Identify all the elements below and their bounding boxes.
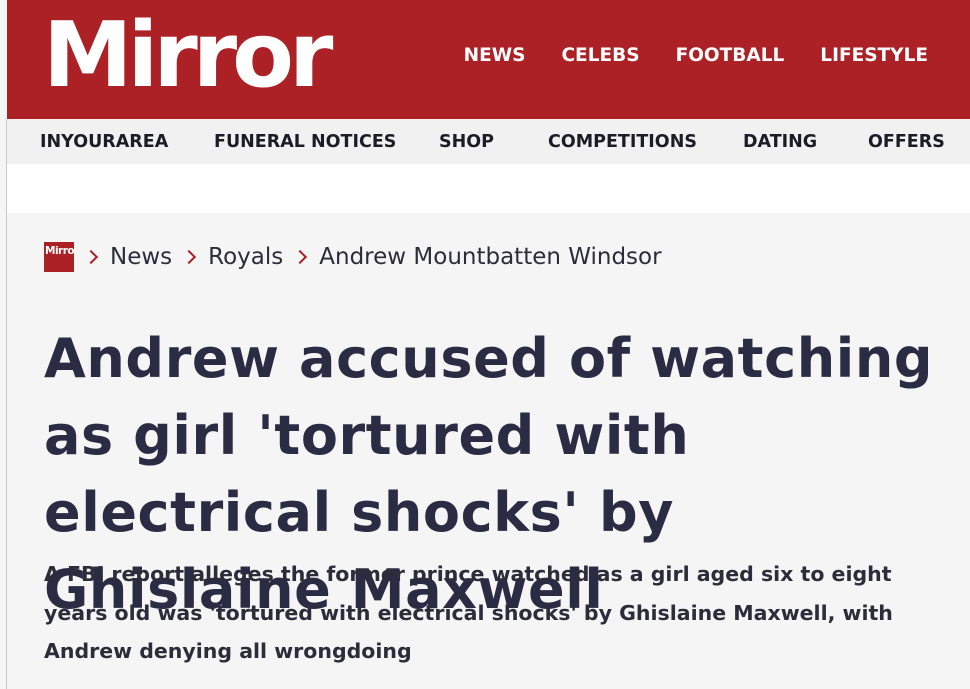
mirror-home-icon[interactable]: Mirror	[44, 242, 74, 272]
nav-lifestyle[interactable]: LIFESTYLE	[820, 44, 928, 68]
nav-celebs[interactable]: CELEBS	[561, 44, 639, 68]
nav-news[interactable]: NEWS	[464, 44, 526, 68]
page: Mirror NEWS CELEBS FOOTBALL LIFESTYLE IN…	[0, 0, 970, 689]
masthead: Mirror NEWS CELEBS FOOTBALL LIFESTYLE	[7, 0, 970, 119]
secondary-nav: INYOURAREA FUNERAL NOTICES SHOP COMPETIT…	[7, 119, 970, 164]
breadcrumb: Mirror News Royals Andrew Mountbatten Wi…	[44, 241, 662, 273]
article-standfirst: A FBI report alleges the former prince w…	[44, 562, 893, 663]
subnav-competitions[interactable]: COMPETITIONS	[548, 131, 697, 153]
chevron-right-icon	[83, 249, 99, 265]
left-divider	[6, 120, 7, 689]
chevron-right-icon	[182, 249, 197, 265]
ad-slot	[7, 164, 970, 213]
nav-football[interactable]: FOOTBALL	[676, 44, 785, 68]
chevron-right-icon	[293, 249, 308, 265]
subnav-inyourarea[interactable]: INYOURAREA	[40, 131, 168, 153]
subnav-funeral-notices[interactable]: FUNERAL NOTICES	[214, 131, 396, 153]
mirror-logo[interactable]: Mirror	[43, 6, 333, 106]
breadcrumb-andrew-mountbatten-windsor[interactable]: Andrew Mountbatten Windsor	[319, 242, 661, 272]
subnav-offers[interactable]: OFFERS	[868, 131, 945, 153]
primary-nav: NEWS CELEBS FOOTBALL LIFESTYLE	[464, 44, 928, 68]
subnav-shop[interactable]: SHOP	[439, 131, 494, 153]
breadcrumb-royals[interactable]: Royals	[208, 242, 283, 272]
subnav-dating[interactable]: DATING	[743, 131, 817, 153]
breadcrumb-news[interactable]: News	[110, 242, 172, 272]
